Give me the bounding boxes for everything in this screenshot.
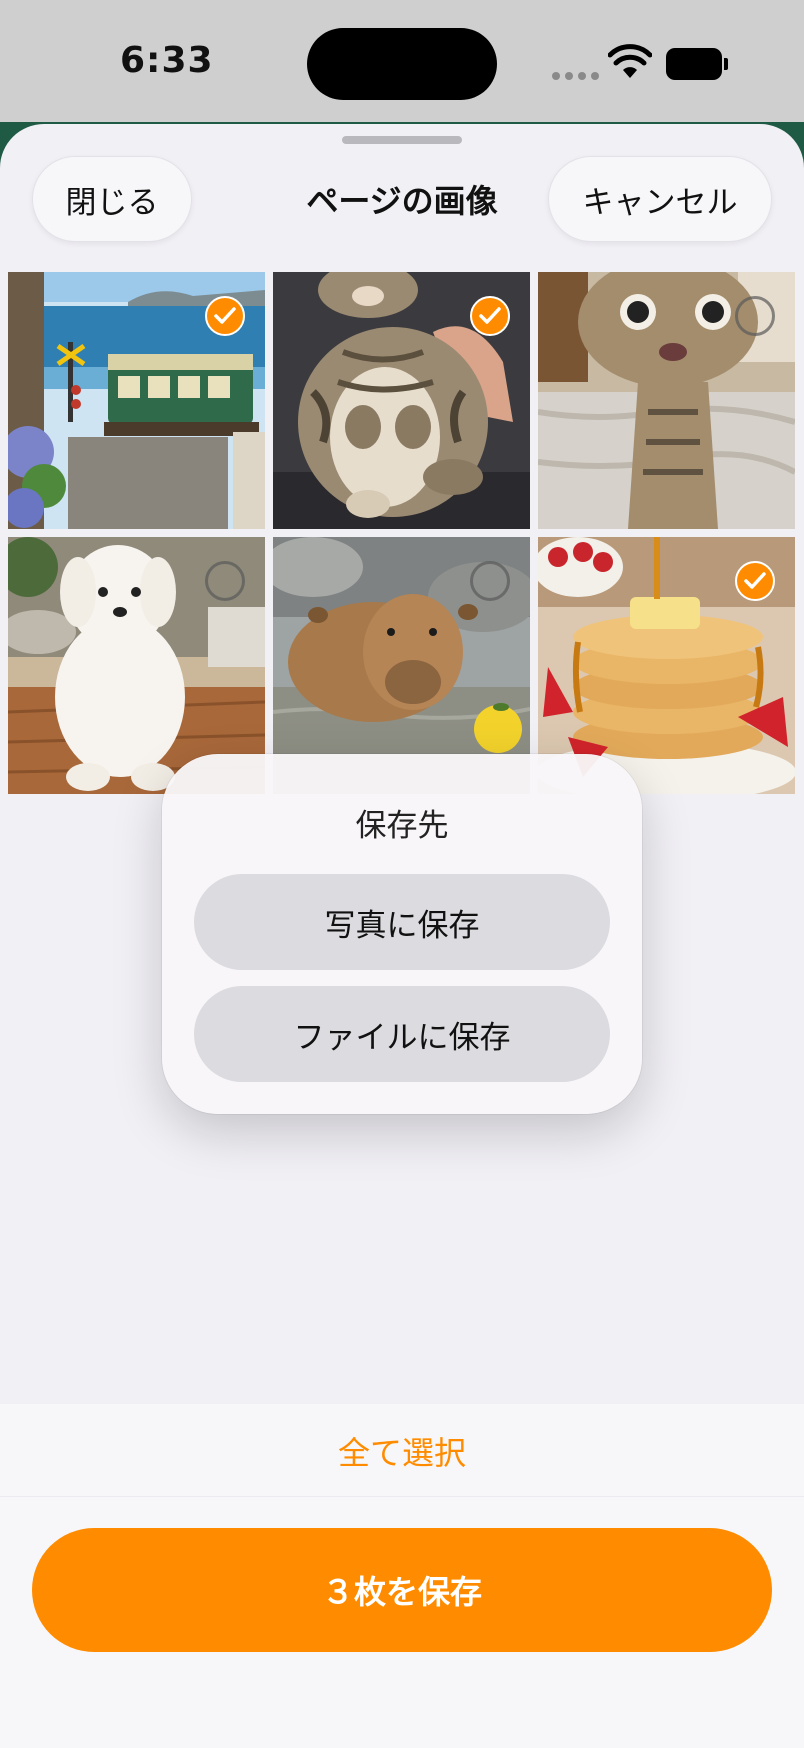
save-selected-button[interactable]: ３枚を保存 xyxy=(32,1528,772,1652)
battery-tip xyxy=(724,58,728,70)
bottom-toolbar: 全て選択 ３枚を保存 xyxy=(0,1404,804,1748)
selected-checkmark-icon[interactable] xyxy=(470,296,510,336)
status-time: 6:33 xyxy=(120,40,214,81)
toolbar-divider xyxy=(0,1496,804,1497)
cancel-button[interactable]: キャンセル xyxy=(548,156,772,242)
unselected-circle-icon[interactable] xyxy=(470,561,510,601)
page-images-sheet: 閉じる ページの画像 キャンセル 保存先 写真に保存 ファイルに保存 全て選択 … xyxy=(0,124,804,1748)
selected-checkmark-icon[interactable] xyxy=(205,296,245,336)
save-to-photos-button[interactable]: 写真に保存 xyxy=(194,874,610,970)
unselected-circle-icon[interactable] xyxy=(205,561,245,601)
save-destination-popover: 保存先 写真に保存 ファイルに保存 xyxy=(162,754,642,1114)
sheet-grabber[interactable] xyxy=(342,136,462,144)
dynamic-island xyxy=(307,28,497,100)
cellular-signal-icon xyxy=(552,72,599,80)
image-tile-seaside-train[interactable] xyxy=(8,272,265,529)
selected-checkmark-icon[interactable] xyxy=(735,561,775,601)
save-to-files-button[interactable]: ファイルに保存 xyxy=(194,986,610,1082)
wifi-icon xyxy=(608,44,652,78)
select-all-button[interactable]: 全て選択 xyxy=(0,1428,804,1474)
popover-title: 保存先 xyxy=(355,808,449,844)
image-grid xyxy=(8,272,796,794)
battery-icon xyxy=(666,48,722,80)
image-tile-surprised-cat[interactable] xyxy=(538,272,795,529)
page-title: ページの画像 xyxy=(306,182,498,220)
status-bar: 6:33 xyxy=(0,0,804,120)
close-button[interactable]: 閉じる xyxy=(32,156,192,242)
unselected-circle-icon[interactable] xyxy=(735,296,775,336)
image-tile-sitting-cat[interactable] xyxy=(273,272,530,529)
